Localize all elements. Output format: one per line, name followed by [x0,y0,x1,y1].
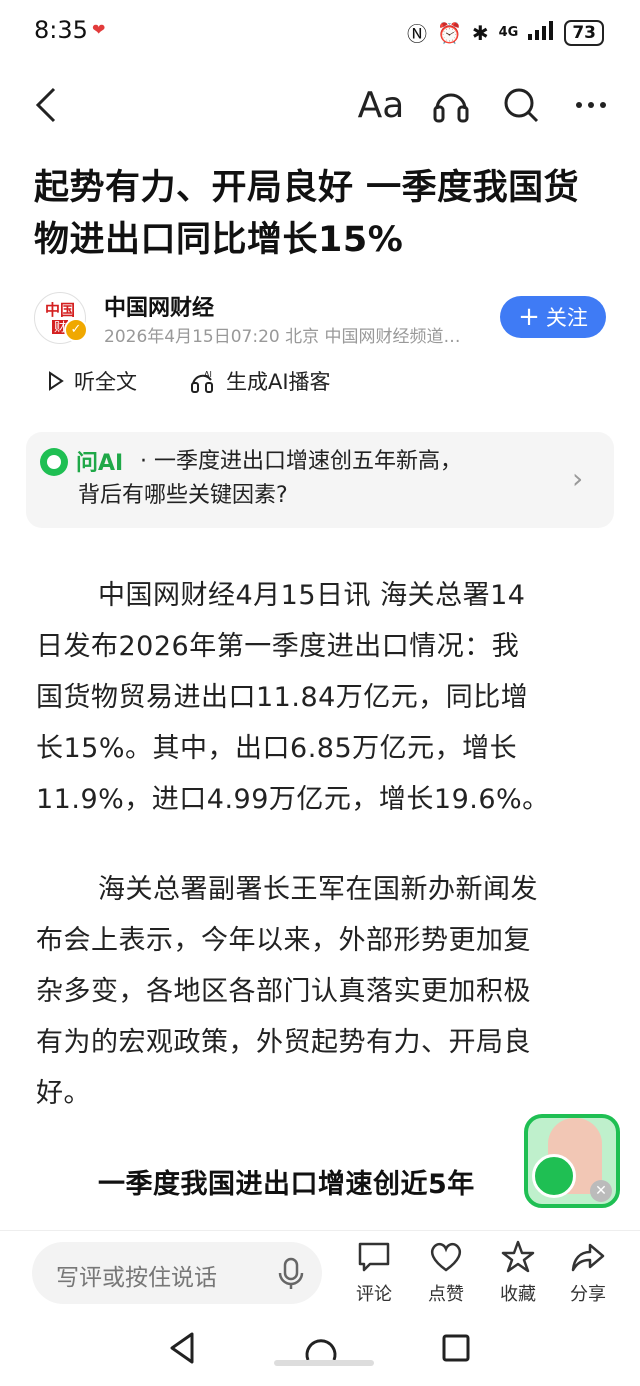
font-size-button[interactable]: Aa [356,80,406,130]
comment-button[interactable]: 评论 [338,1240,410,1306]
author-name[interactable]: 中国网财经 [104,290,214,322]
paragraph-line: 有为的宏观政策，外贸起势有力、开局良 [36,1027,531,1058]
favorite-label: 收藏 [500,1284,536,1305]
paragraph-2: 海关总署副署长王军在国新办新闻发 布会上表示，今年以来，外部形势更加复 杂多变，… [36,864,606,1119]
star-icon [501,1240,535,1273]
signal-icon [528,20,554,45]
title-line-2: 物进出口同比增长15% [34,220,404,260]
search-icon [504,88,539,123]
svg-text:AI: AI [204,370,212,379]
listen-label: 听全文 [74,370,137,394]
article-meta: 2026年4月15日07:20 北京 中国网财经频道… [104,327,461,347]
like-button[interactable]: 点赞 [410,1240,482,1306]
microphone-icon[interactable] [276,1256,306,1296]
plus-icon: + [518,302,540,332]
bluetooth-icon: ✱ [471,20,489,45]
paragraph-line: 国货物贸易进出口11.84万亿元，同比增 [36,682,529,713]
comment-icon [358,1242,390,1272]
logo-text-top: 中国 [44,301,75,319]
follow-label: 关注 [545,306,588,330]
paragraph-line: 海关总署副署长王军在国新办新闻发 [98,874,538,905]
listen-button[interactable] [426,80,476,130]
chevron-right-icon: › [572,462,584,495]
favorite-button[interactable]: 收藏 [482,1240,554,1306]
comment-label: 评论 [356,1284,392,1305]
gesture-pill [274,1360,374,1366]
nfc-icon: Ⓝ [406,22,427,46]
paragraph-line: 日发布2026年第一季度进出口情况：我 [36,631,520,662]
system-recents-button[interactable] [440,1330,472,1370]
ask-ai-label: 问AI [76,451,124,476]
search-button[interactable] [496,80,546,130]
back-button[interactable] [22,80,72,130]
share-button[interactable]: 分享 [552,1240,624,1306]
paragraph-line: 11.9%，进口4.99万亿元，增长19.6%。 [36,784,550,815]
ai-assistant-icon [40,448,68,476]
battery-indicator: 73 [564,19,604,46]
paragraph-line: 布会上表示，今年以来，外部形势更加复 [36,925,531,956]
system-back-button[interactable] [168,1330,198,1370]
ai-question-line-2: 背后有哪些关键因素? [78,483,288,508]
more-button[interactable] [566,80,616,130]
paragraph-line: 好。 [36,1078,91,1109]
heart-icon [430,1242,462,1272]
ai-podcast-button[interactable]: AI 生成AI播客 [190,366,331,396]
back-arrow-icon [35,87,56,123]
paragraph-line: 长15%。其中，出口6.85万亿元，增长 [36,733,518,764]
status-icons: Ⓝ ⏰ ✱ 4G 73 [407,18,604,47]
verified-badge-icon: ✓ [64,318,88,342]
article-title: 起势有力、开局良好 一季度我国货 物进出口同比增长15% [34,162,614,266]
listen-full-button[interactable]: 听全文 [48,366,137,396]
ai-question-line-1: · 一季度进出口增速创五年新高， [140,449,462,474]
alarm-icon: ⏰ [436,20,462,45]
play-icon [49,371,64,391]
section-subheading: 一季度我国进出口增速创近5年 [98,1169,475,1200]
health-icon: ❤ [92,20,106,39]
triangle-back-icon [170,1332,194,1364]
follow-button[interactable]: + 关注 [500,296,606,338]
share-icon [571,1243,605,1272]
comment-placeholder: 写评或按住说话 [56,1265,217,1291]
paragraph-1: 中国网财经4月15日讯 海关总署14 日发布2026年第一季度进出口情况：我 国… [36,570,606,825]
paragraph-line: 杂多变，各地区各部门认真落实更加积极 [36,976,531,1007]
headphones-icon [433,93,469,123]
network-label: 4G [498,25,519,40]
more-icon [576,102,606,108]
close-icon[interactable]: ✕ [590,1180,612,1202]
status-bar: 8:35 ❤ Ⓝ ⏰ ✱ 4G 73 [0,0,640,64]
title-line-1: 起势有力、开局良好 一季度我国货 [34,168,580,208]
square-recents-icon [442,1334,470,1362]
podcast-label: 生成AI播客 [226,370,331,394]
ai-headphones-icon: AI [191,370,213,393]
share-label: 分享 [570,1284,606,1305]
status-time: 8:35 [34,16,88,44]
paragraph-line: 中国网财经4月15日讯 海关总署14 [98,580,526,611]
like-label: 点赞 [428,1284,464,1305]
ai-assistant-badge-icon [532,1154,576,1198]
